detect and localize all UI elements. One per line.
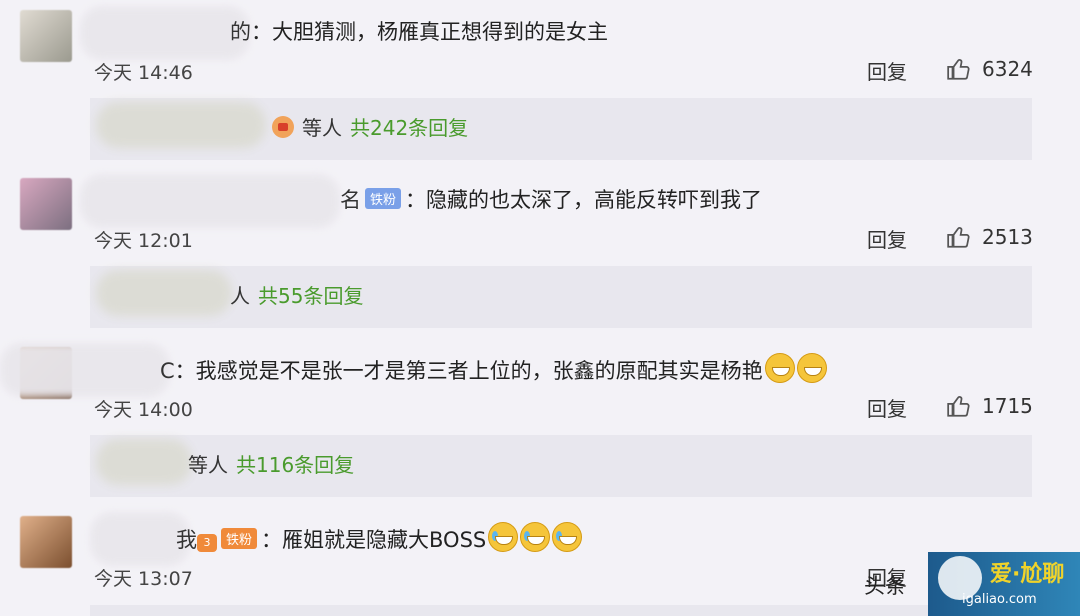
laugh-cry-emoji-icon <box>520 522 551 552</box>
comment-text-line: C：我感觉是不是张一才是第三者上位的，张鑫的原配其实是杨艳 <box>160 353 827 385</box>
grin-emoji-icon <box>764 353 795 383</box>
colon: ： <box>174 359 196 383</box>
like-button[interactable]: 1715 <box>946 391 1033 421</box>
blurred-username <box>96 270 232 316</box>
thumbs-up-icon <box>947 59 970 80</box>
comment-text-line: 的：大胆猜测，杨雁真正想得到的是女主 <box>230 16 608 46</box>
colon: ： <box>251 20 272 44</box>
reply-others: 人 <box>230 284 250 308</box>
reply-summary[interactable]: 人共55条回复 <box>90 266 1032 328</box>
username[interactable]: 我 <box>176 528 197 552</box>
comment-time: 今天 14:00 <box>94 399 193 421</box>
thumbs-up-icon <box>947 396 970 417</box>
watermark-url: igaliao.com <box>962 592 1037 607</box>
comment-time: 今天 13:07 <box>94 568 193 590</box>
colon: ： <box>261 528 283 552</box>
like-count: 2513 <box>982 225 1033 249</box>
laugh-cry-emoji-icon <box>552 522 583 552</box>
username[interactable]: 名 <box>340 188 361 212</box>
comment-text: 雁姐就是隐藏大BOSS <box>282 528 487 552</box>
comment-item: C：我感觉是不是张一才是第三者上位的，张鑫的原配其实是杨艳 今天 14:00 回… <box>0 343 1080 507</box>
comment-text-line: 名铁粉 ：隐藏的也太深了，高能反转吓到我了 <box>340 184 762 214</box>
reply-count[interactable]: 共242条回复 <box>350 116 468 140</box>
reply-summary[interactable]: 等人 共242条回复 <box>90 98 1032 160</box>
like-button[interactable]: 6324 <box>946 54 1033 84</box>
like-count: 6324 <box>982 57 1033 81</box>
crown-icon <box>272 116 294 138</box>
toutiao-watermark: 头条 <box>864 574 906 598</box>
comment-item: 名铁粉 ：隐藏的也太深了，高能反转吓到我了 今天 12:01 回复 2513 人共… <box>0 174 1080 338</box>
comment-item: 我 3 铁粉 ：雁姐就是隐藏大BOSS 今天 13:07 回复 <box>0 512 1080 616</box>
comment-text: 隐藏的也太深了，高能反转吓到我了 <box>426 188 763 212</box>
like-button[interactable]: 2513 <box>946 222 1033 252</box>
blurred-username <box>80 6 250 60</box>
reply-others: 等人 <box>302 116 342 140</box>
comment-text: 我感觉是不是张一才是第三者上位的，张鑫的原配其实是杨艳 <box>195 359 763 383</box>
reply-summary-text: 等人 共116条回复 <box>188 449 354 478</box>
blurred-username <box>0 343 170 397</box>
reply-button[interactable]: 回复 <box>867 224 907 253</box>
blurred-username <box>96 439 192 485</box>
reply-button[interactable]: 回复 <box>867 56 907 85</box>
reply-summary[interactable]: 等人 共116条回复 <box>90 435 1032 497</box>
comment-text: 大胆猜测，杨雁真正想得到的是女主 <box>272 20 608 44</box>
reply-count[interactable]: 共55条回复 <box>258 284 363 308</box>
watermark-title: 爱·尬聊 <box>990 562 1065 587</box>
avatar[interactable] <box>20 516 72 568</box>
comment-text-line: 我 3 铁粉 ：雁姐就是隐藏大BOSS <box>176 522 583 554</box>
level-badge: 3 <box>197 534 217 552</box>
fan-badge: 铁粉 <box>221 528 258 549</box>
laugh-cry-emoji-icon <box>488 522 519 552</box>
reply-count[interactable]: 共116条回复 <box>236 453 354 477</box>
blurred-username <box>80 174 340 228</box>
reply-others: 等人 <box>188 453 228 477</box>
comment-time: 今天 12:01 <box>94 230 193 252</box>
thumbs-up-icon <box>947 227 970 248</box>
avatar[interactable] <box>20 178 72 230</box>
username[interactable]: C <box>160 359 175 383</box>
reply-summary-text: 等人 共242条回复 <box>272 112 468 141</box>
blurred-username <box>90 512 190 566</box>
colon: ： <box>405 188 427 212</box>
reply-summary-text: 人共55条回复 <box>230 280 363 309</box>
comment-item: 的：大胆猜测，杨雁真正想得到的是女主 今天 14:46 回复 6324 等人 共2… <box>0 6 1080 170</box>
reply-summary[interactable] <box>90 605 1032 616</box>
avatar[interactable] <box>20 10 72 62</box>
fan-badge: 铁粉 <box>365 188 402 209</box>
grin-emoji-icon <box>796 353 827 383</box>
comment-time: 今天 14:46 <box>94 62 193 84</box>
like-count: 1715 <box>982 394 1033 418</box>
username[interactable]: 的 <box>230 20 251 44</box>
blurred-username <box>96 102 266 148</box>
reply-button[interactable]: 回复 <box>867 393 907 422</box>
